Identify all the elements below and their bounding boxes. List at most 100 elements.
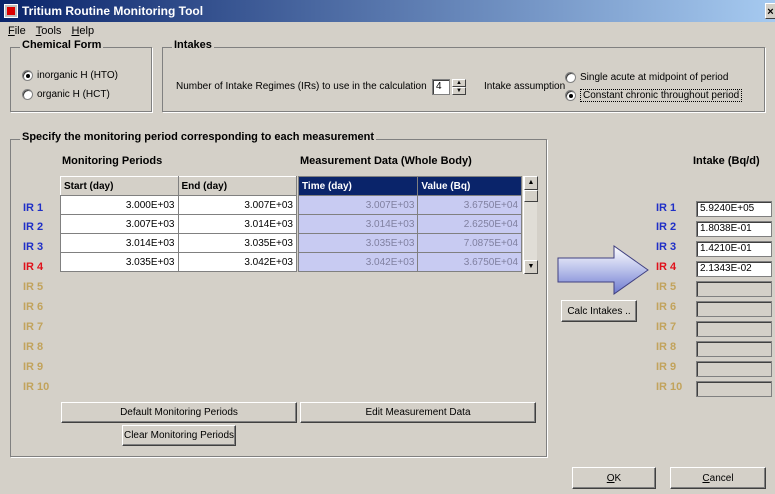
table-row: 3.035E+03 7.0875E+04 [297, 233, 522, 253]
end-cell[interactable]: 3.007E+03 [177, 195, 297, 215]
table-row: 3.007E+03 3.6750E+04 [297, 195, 522, 215]
time-cell[interactable]: 3.014E+03 [297, 214, 419, 234]
radio-chronic-label: Constant chronic throughout period [580, 89, 743, 102]
ir-label-2: IR 2 [23, 221, 44, 233]
ir-label-4: IR 4 [23, 261, 44, 273]
value-cell[interactable]: 2.6250E+04 [417, 214, 522, 234]
menu-file[interactable]: File [8, 25, 26, 37]
col-time[interactable]: Time (day) [297, 176, 419, 196]
regimes-label: Number of Intake Regimes (IRs) to use in… [176, 81, 427, 92]
radio-inorganic-dot [22, 70, 33, 81]
main-window: Tritium Routine Monitoring Tool × File T… [0, 0, 775, 494]
value-cell[interactable]: 7.0875E+04 [417, 233, 522, 253]
value-cell[interactable]: 3.6750E+04 [417, 195, 522, 215]
regimes-spinner[interactable]: ▲ ▼ [452, 79, 466, 95]
ir-label-7: IR 7 [23, 321, 44, 333]
table-row: 3.007E+03 3.014E+03 [60, 214, 297, 234]
radio-acute[interactable]: Single acute at midpoint of period [565, 72, 728, 83]
monitoring-legend: Specify the monitoring period correspond… [20, 131, 377, 143]
scroll-thumb[interactable] [524, 190, 538, 202]
ir-label-3: IR 3 [23, 241, 44, 253]
regimes-input[interactable]: 4 [432, 79, 450, 95]
table-row: 3.014E+03 2.6250E+04 [297, 214, 522, 234]
radio-organic-label: organic H (HCT) [37, 89, 110, 100]
intake-field-6 [696, 301, 772, 317]
intake-field-8 [696, 341, 772, 357]
scroll-down-icon[interactable]: ▼ [524, 260, 538, 274]
measurement-data-header: Measurement Data (Whole Body) [300, 155, 472, 167]
end-cell[interactable]: 3.042E+03 [177, 252, 297, 272]
table-header-row: Time (day) Value (Bq) [297, 176, 522, 196]
menu-bar: File Tools Help [0, 22, 775, 40]
time-cell[interactable]: 3.007E+03 [297, 195, 419, 215]
table-row: 3.035E+03 3.042E+03 [60, 252, 297, 272]
intake-header: Intake (Bq/d) [693, 155, 760, 167]
menu-tools[interactable]: Tools [36, 25, 62, 37]
radio-chronic-dot [565, 90, 576, 101]
radio-organic[interactable]: organic H (HCT) [22, 89, 110, 100]
table-row: 3.042E+03 3.6750E+04 [297, 252, 522, 272]
window-title: Tritium Routine Monitoring Tool [22, 4, 204, 18]
app-icon [4, 4, 18, 18]
chemical-form-legend: Chemical Form [20, 39, 104, 51]
radio-acute-label: Single acute at midpoint of period [580, 72, 729, 83]
menu-help[interactable]: Help [71, 25, 94, 37]
scroll-up-icon[interactable]: ▲ [524, 176, 538, 190]
col-start[interactable]: Start (day) [60, 176, 179, 196]
ir-label-6: IR 6 [23, 301, 44, 313]
table-header-row: Start (day) End (day) [60, 176, 297, 196]
ok-button[interactable]: OK [572, 467, 656, 489]
measurement-table: Time (day) Value (Bq) 3.007E+03 3.6750E+… [297, 176, 522, 272]
result-ir-label-1: IR 1 [656, 202, 677, 214]
time-cell[interactable]: 3.042E+03 [297, 252, 419, 272]
intakes-legend: Intakes [172, 39, 214, 51]
table-row: 3.000E+03 3.007E+03 [60, 195, 297, 215]
radio-inorganic[interactable]: inorganic H (HTO) [22, 70, 118, 81]
intake-field-3[interactable]: 1.4210E-01 [696, 241, 772, 257]
cancel-button-label: Cancel [702, 472, 734, 484]
ok-button-label: OK [606, 472, 622, 484]
col-value[interactable]: Value (Bq) [417, 176, 522, 196]
intake-field-1[interactable]: 5.9240E+05 [696, 201, 772, 217]
edit-measurement-button[interactable]: Edit Measurement Data [300, 402, 536, 423]
radio-organic-dot [22, 89, 33, 100]
arrow-right-icon [557, 245, 649, 295]
result-ir-label-8: IR 8 [656, 341, 677, 353]
result-ir-label-2: IR 2 [656, 221, 677, 233]
radio-inorganic-label: inorganic H (HTO) [37, 70, 118, 81]
cancel-button[interactable]: Cancel [670, 467, 766, 489]
assumption-label: Intake assumption [484, 81, 566, 92]
start-cell[interactable]: 3.035E+03 [60, 252, 179, 272]
ir-label-5: IR 5 [23, 281, 44, 293]
result-ir-label-4: IR 4 [656, 261, 677, 273]
clear-periods-button[interactable]: Clear Monitoring Periods [122, 425, 236, 446]
table-row: 3.014E+03 3.035E+03 [60, 233, 297, 253]
value-cell[interactable]: 3.6750E+04 [417, 252, 522, 272]
result-ir-label-5: IR 5 [656, 281, 677, 293]
spin-down-icon[interactable]: ▼ [452, 87, 466, 95]
end-cell[interactable]: 3.035E+03 [177, 233, 297, 253]
monitoring-periods-header: Monitoring Periods [62, 155, 163, 167]
radio-acute-dot [565, 72, 576, 83]
start-cell[interactable]: 3.007E+03 [60, 214, 179, 234]
spin-up-icon[interactable]: ▲ [452, 79, 466, 87]
default-periods-button[interactable]: Default Monitoring Periods [61, 402, 297, 423]
measurement-scrollbar[interactable]: ▲ ▼ [523, 176, 538, 274]
close-button[interactable]: × [765, 3, 775, 19]
time-cell[interactable]: 3.035E+03 [297, 233, 419, 253]
end-cell[interactable]: 3.014E+03 [177, 214, 297, 234]
result-ir-label-10: IR 10 [656, 381, 683, 393]
result-ir-label-3: IR 3 [656, 241, 677, 253]
ir-label-1: IR 1 [23, 202, 44, 214]
radio-chronic[interactable]: Constant chronic throughout period [565, 89, 743, 102]
result-ir-label-7: IR 7 [656, 321, 677, 333]
start-cell[interactable]: 3.014E+03 [60, 233, 179, 253]
ir-label-9: IR 9 [23, 361, 44, 373]
title-bar: Tritium Routine Monitoring Tool × [0, 0, 775, 22]
calc-intakes-button[interactable]: Calc Intakes .. [561, 300, 637, 322]
start-cell[interactable]: 3.000E+03 [60, 195, 179, 215]
intake-field-4[interactable]: 2.1343E-02 [696, 261, 772, 277]
result-ir-label-6: IR 6 [656, 301, 677, 313]
intake-field-2[interactable]: 1.8038E-01 [696, 221, 772, 237]
col-end[interactable]: End (day) [177, 176, 297, 196]
